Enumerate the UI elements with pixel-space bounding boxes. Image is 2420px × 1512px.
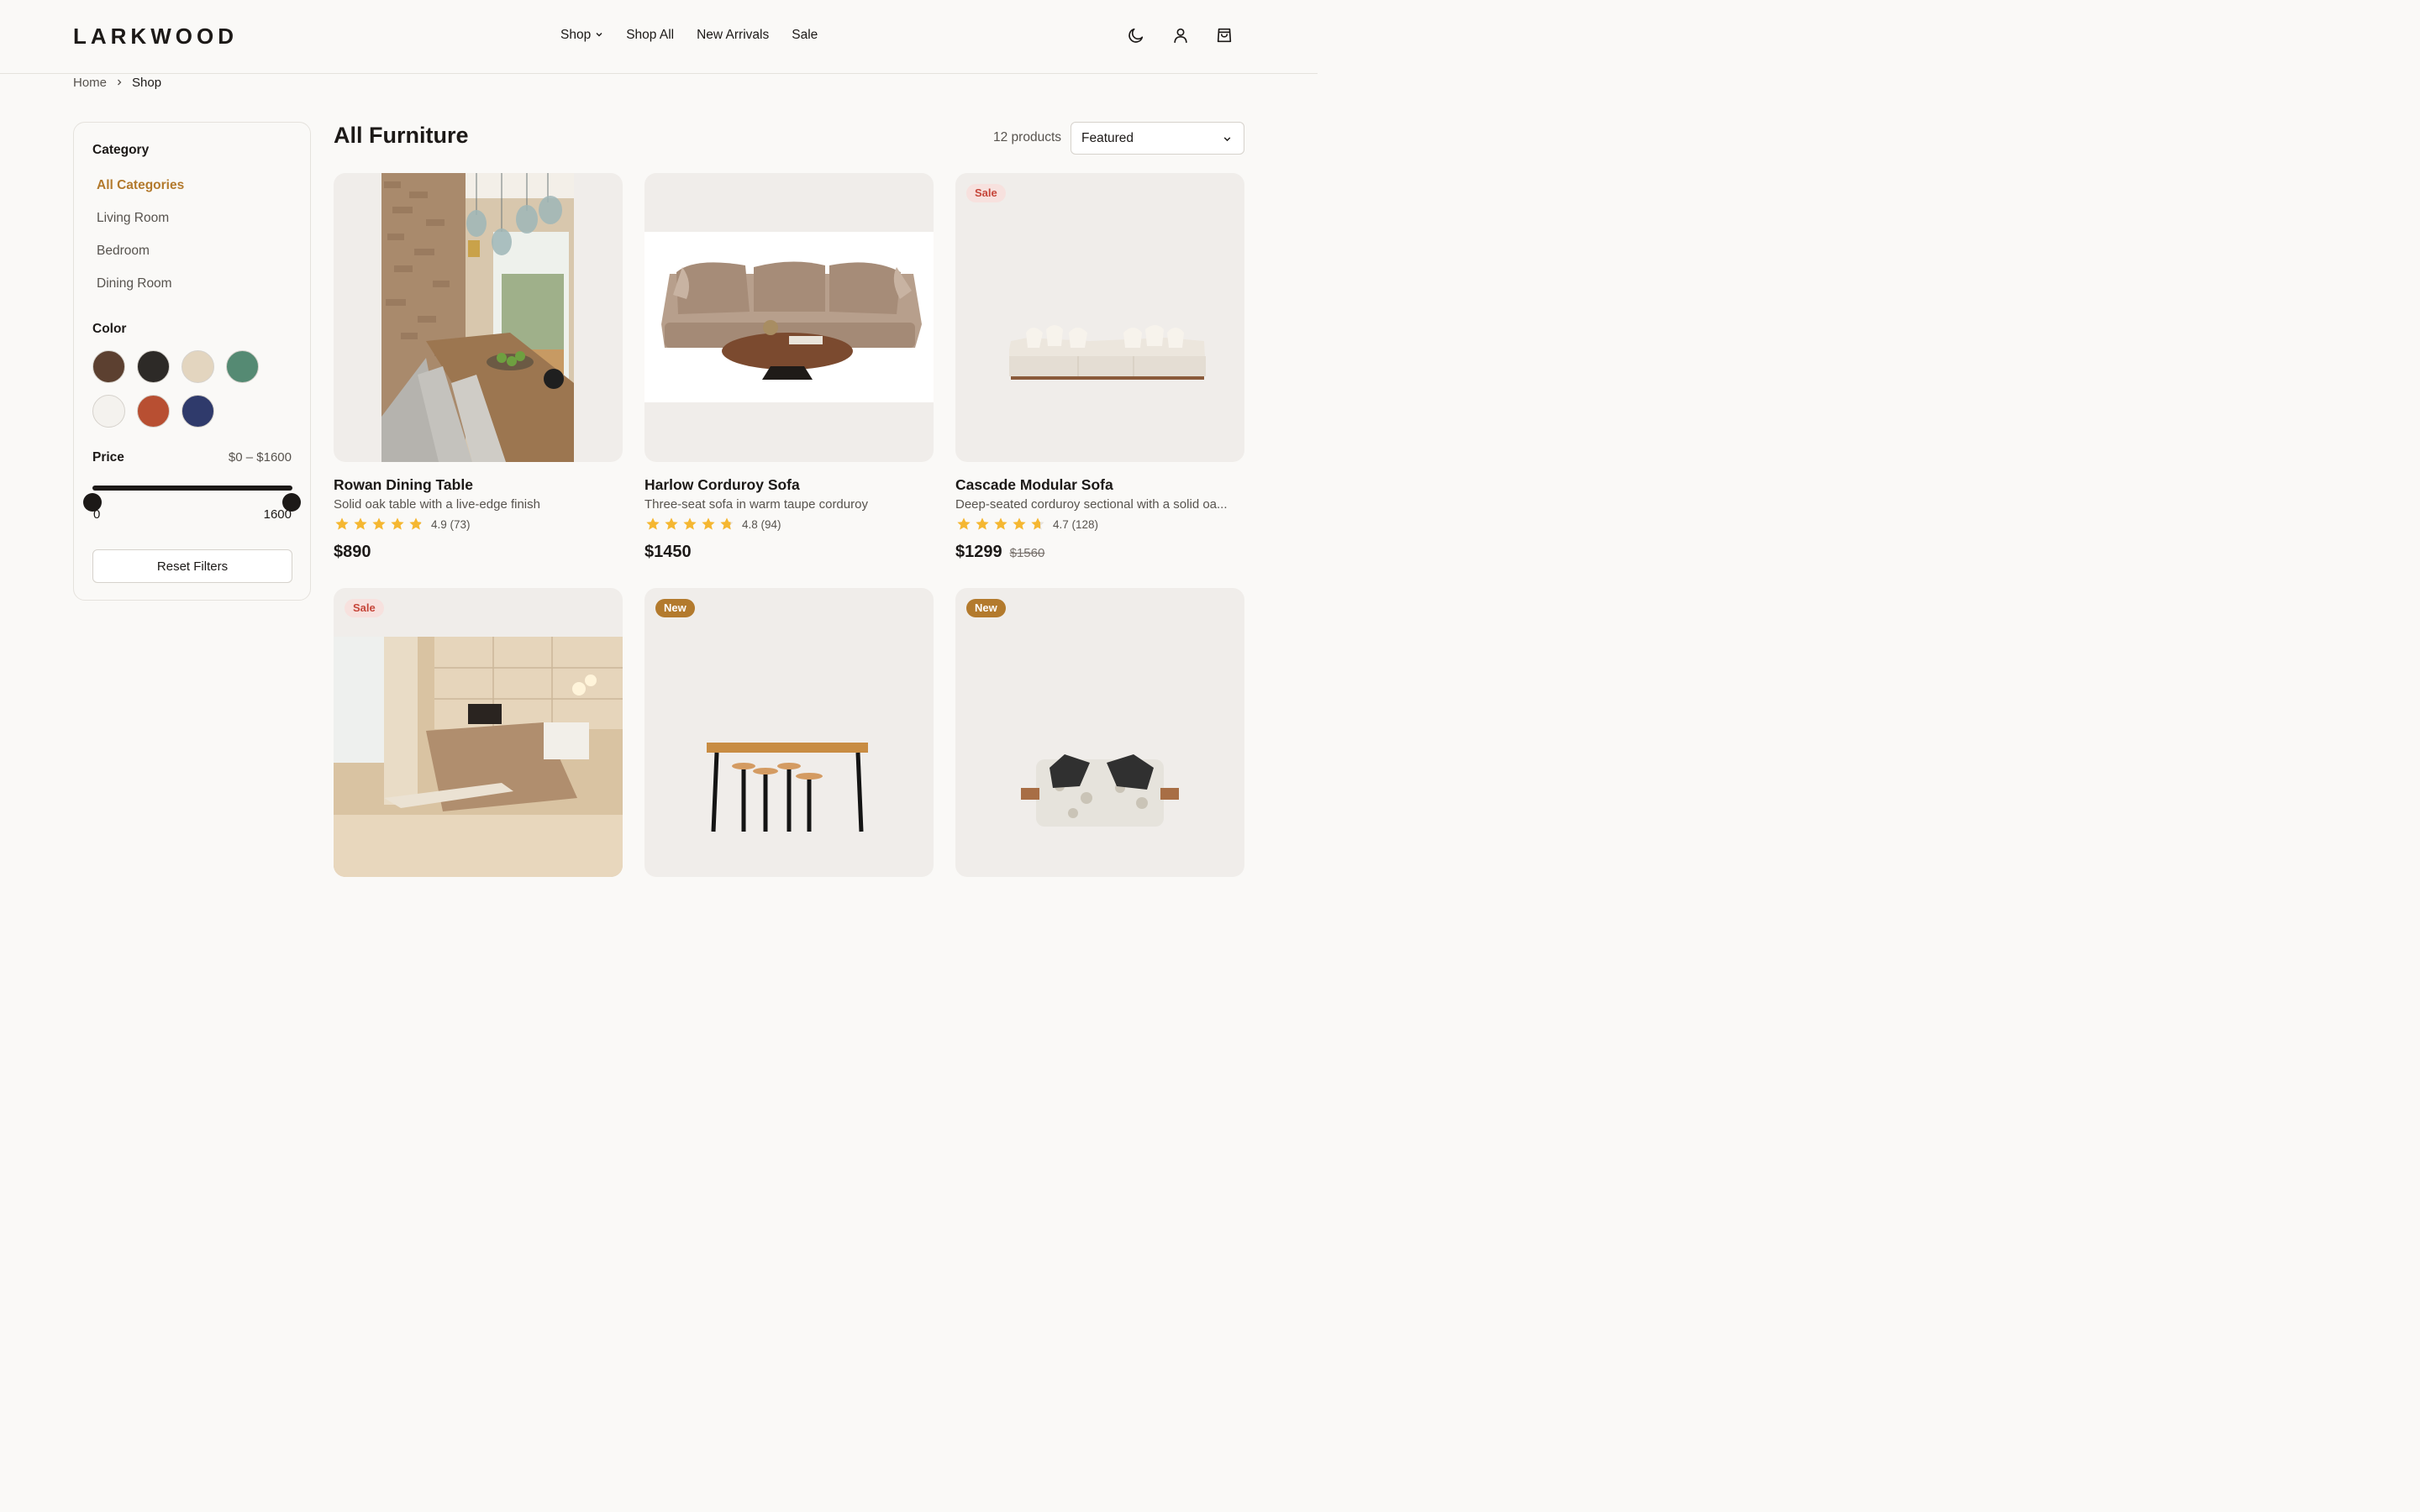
product-count: 12 products [993, 130, 1061, 144]
star-icon [1013, 517, 1026, 530]
original-price: $1560 [1009, 546, 1045, 560]
price-row: $1299 $1560 [955, 543, 1244, 562]
product-description: Deep-seated corduroy sectional with a so… [955, 497, 1228, 512]
dining-room-photo [381, 173, 574, 462]
filter-sidebar: Category All Categories Living Room Bedr… [73, 122, 311, 601]
site-header: LARKWOOD Shop Shop All New Arrivals Sale [0, 0, 1318, 74]
color-swatch[interactable] [92, 395, 125, 428]
nav-shop-all[interactable]: Shop All [626, 28, 674, 43]
star-icon [391, 517, 404, 530]
color-swatch[interactable] [137, 395, 170, 428]
product-image[interactable]: Sale [334, 588, 623, 877]
star-icon [409, 517, 423, 530]
sale-badge: Sale [966, 184, 1006, 202]
main-nav: Shop Shop All New Arrivals Sale [560, 28, 818, 43]
breadcrumb: Home Shop [73, 76, 161, 90]
cart-icon[interactable] [1215, 26, 1235, 46]
product-rating: 4.9 (73) [334, 517, 623, 532]
chevron-right-icon [115, 76, 124, 90]
product-price: $890 [334, 543, 371, 561]
moon-icon[interactable] [1127, 26, 1147, 46]
nav-shop-label: Shop [560, 28, 592, 42]
category-heading: Category [92, 143, 150, 157]
star-icon [646, 517, 660, 530]
star-icon [335, 517, 349, 530]
nav-sale[interactable]: Sale [792, 28, 818, 43]
product-name[interactable]: Cascade Modular Sofa [955, 476, 1244, 494]
product-description: Solid oak table with a live-edge finish [334, 497, 540, 512]
reset-filters-button[interactable]: Reset Filters [92, 549, 292, 583]
product-image[interactable] [334, 173, 623, 462]
product-card[interactable]: Harlow Corduroy Sofa Three-seat sofa in … [644, 173, 934, 562]
price-slider-track[interactable] [92, 486, 292, 491]
star-icon [683, 517, 697, 530]
star-icon [994, 517, 1007, 530]
price-range-value: $0 – $1600 [228, 450, 292, 465]
star-icon [354, 517, 367, 530]
breadcrumb-current: Shop [132, 76, 162, 90]
product-image[interactable]: New [644, 588, 934, 877]
color-swatch[interactable] [182, 350, 214, 383]
product-name[interactable]: Rowan Dining Table [334, 476, 623, 494]
floral-armchair-photo [1021, 754, 1179, 827]
product-card[interactable]: Sale Cascade Modular Sofa Deep-seated co… [955, 173, 1244, 562]
new-badge: New [655, 599, 695, 617]
new-badge: New [966, 599, 1006, 617]
product-image[interactable]: Sale [955, 173, 1244, 462]
bedroom-photo [334, 637, 623, 877]
color-swatch[interactable] [226, 350, 259, 383]
product-name[interactable]: Harlow Corduroy Sofa [644, 476, 934, 494]
site-logo[interactable]: LARKWOOD [73, 24, 238, 50]
product-price: $1299 [955, 543, 1002, 561]
sort-select[interactable]: Featured [1071, 122, 1244, 155]
sale-badge: Sale [345, 599, 384, 617]
chevron-down-icon [1223, 137, 1231, 142]
price-max-label: 1600 [263, 507, 292, 522]
category-living-room[interactable]: Living Room [97, 209, 184, 242]
product-rating: 4.8 (94) [644, 517, 934, 532]
color-swatch[interactable] [182, 395, 214, 428]
product-image[interactable] [644, 173, 934, 462]
price-row: $890 [334, 543, 623, 562]
category-all[interactable]: All Categories [97, 176, 184, 209]
star-icon [957, 517, 971, 530]
price-heading: Price [92, 450, 124, 465]
star-icon [976, 517, 989, 530]
price-min-label: 0 [93, 507, 101, 522]
price-row: $1450 [644, 543, 934, 562]
rating-text: 4.9 (73) [431, 517, 471, 531]
color-swatches [92, 350, 277, 428]
rating-text: 4.8 (94) [742, 517, 781, 531]
color-swatch[interactable] [137, 350, 170, 383]
product-card[interactable]: Sale [334, 588, 623, 877]
product-description: Three-seat sofa in warm taupe corduroy [644, 497, 868, 512]
user-icon[interactable] [1171, 26, 1192, 46]
product-card[interactable]: New [644, 588, 934, 877]
rating-text: 4.7 (128) [1053, 517, 1099, 531]
sort-select-value: Featured [1081, 131, 1134, 145]
white-modular-sofa-photo [1009, 325, 1206, 380]
taupe-sofa-photo [644, 232, 934, 402]
product-price: $1450 [644, 543, 692, 561]
color-swatch[interactable] [92, 350, 125, 383]
page-title: All Furniture [334, 123, 469, 148]
product-card[interactable]: Rowan Dining Table Solid oak table with … [334, 173, 623, 562]
star-icon [665, 517, 678, 530]
star-icon [372, 517, 386, 530]
chevron-down-icon [595, 28, 603, 43]
nav-new-arrivals[interactable]: New Arrivals [697, 28, 769, 43]
star-icon [720, 517, 734, 530]
color-heading: Color [92, 322, 127, 336]
category-list: All Categories Living Room Bedroom Dinin… [97, 176, 184, 307]
bar-table-stools-photo [707, 743, 868, 832]
nav-shop[interactable]: Shop [560, 28, 603, 43]
category-dining-room[interactable]: Dining Room [97, 275, 184, 307]
product-card[interactable]: New [955, 588, 1244, 877]
product-rating: 4.7 (128) [955, 517, 1244, 532]
category-bedroom[interactable]: Bedroom [97, 242, 184, 275]
product-image[interactable]: New [955, 588, 1244, 877]
breadcrumb-home[interactable]: Home [73, 76, 107, 90]
star-icon [1031, 517, 1044, 530]
star-icon [702, 517, 715, 530]
